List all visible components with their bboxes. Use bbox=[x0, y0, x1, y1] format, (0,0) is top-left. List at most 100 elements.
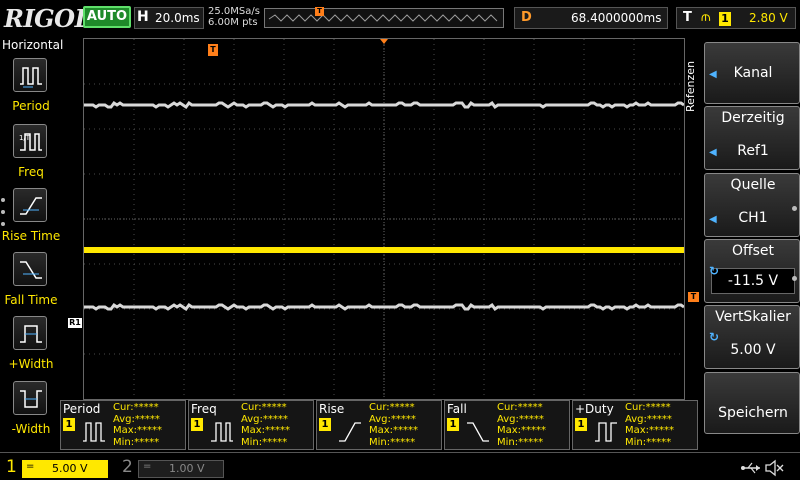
save-softkey[interactable]: Speichern bbox=[704, 372, 800, 434]
current-ref-softkey[interactable]: Derzeitig ◀ Ref1 bbox=[704, 106, 800, 170]
trigger-point-arrow bbox=[380, 39, 388, 44]
stat-minimum: Min:***** bbox=[369, 436, 416, 448]
scroll-indicator-dot bbox=[1, 210, 5, 214]
stat-average: Avg:***** bbox=[113, 413, 160, 425]
delay-indicator[interactable]: D 68.4000000ms bbox=[514, 7, 668, 29]
rotary-knob-icon: ↻ bbox=[709, 264, 720, 278]
run-state-button[interactable]: AUTO bbox=[83, 6, 131, 28]
measurement-name: Period bbox=[63, 402, 101, 416]
menu-side-label: Refenzen bbox=[684, 60, 697, 112]
channel-1-indicator[interactable]: 1 = 5.00 V bbox=[0, 457, 112, 479]
measure-positive-width-button[interactable]: +Width bbox=[0, 316, 62, 378]
measurement-rise[interactable]: Rise 1 Cur:***** Avg:***** Max:***** Min… bbox=[316, 400, 442, 450]
memory-trigger-position: T bbox=[315, 7, 324, 16]
channel-2-indicator[interactable]: 2 = 1.00 V bbox=[118, 457, 230, 479]
reference-waveform-label: R1 bbox=[68, 318, 82, 328]
source-caption: Quelle bbox=[730, 177, 776, 193]
measure-rise-time-button[interactable]: Rise Time bbox=[0, 188, 62, 250]
measurement-period[interactable]: Period 1 Cur:***** Avg:***** Max:***** M… bbox=[60, 400, 186, 450]
trigger-position-marker[interactable]: T bbox=[208, 44, 218, 56]
stat-current: Cur:***** bbox=[369, 402, 415, 413]
measurement-name: Fall bbox=[447, 402, 467, 416]
scroll-indicator-dot bbox=[792, 276, 797, 281]
scroll-indicator-dot bbox=[792, 206, 797, 211]
memory-waveform-icon bbox=[268, 14, 498, 22]
source-value: CH1 bbox=[738, 210, 768, 226]
measure-frequency-button[interactable]: 1/T Freq bbox=[0, 124, 62, 186]
offset-softkey[interactable]: Offset -11.5 V ↻ bbox=[704, 239, 800, 303]
horizontal-letter: H bbox=[137, 9, 149, 25]
stat-maximum: Max:***** bbox=[369, 425, 419, 436]
measurement-positive-duty[interactable]: +Duty 1 Cur:***** Avg:***** Max:***** Mi… bbox=[572, 400, 698, 450]
waveform-display[interactable] bbox=[83, 38, 685, 400]
measurement-name: +Duty bbox=[575, 402, 614, 416]
channel-2-box: = 1.00 V bbox=[138, 460, 224, 478]
stat-minimum: Min:***** bbox=[497, 436, 544, 448]
measurement-stats: Cur:***** Avg:***** Max:***** Min:***** bbox=[113, 402, 162, 448]
timebase-value: 20.0ms bbox=[155, 11, 200, 25]
measurement-source-chip: 1 bbox=[447, 418, 459, 431]
channel-status-bar: 1 = 5.00 V 2 = 1.00 V bbox=[0, 452, 800, 480]
stat-current: Cur:***** bbox=[625, 402, 671, 413]
scroll-indicator-dot bbox=[1, 198, 5, 202]
measure-period-button[interactable]: Period bbox=[0, 58, 62, 120]
speaker-mute-icon[interactable] bbox=[764, 459, 784, 477]
reference-menu: ◀ Kanal Derzeitig ◀ Ref1 Quelle ◀ CH1 Of… bbox=[704, 38, 800, 468]
channel-2-scale: 1.00 V bbox=[169, 462, 205, 475]
measure-fall-time-button[interactable]: Fall Time bbox=[0, 252, 62, 314]
rising-edge-icon: ⫙ bbox=[701, 9, 711, 25]
save-label: Speichern bbox=[718, 405, 788, 421]
stat-minimum: Min:***** bbox=[113, 436, 160, 448]
trigger-level: 2.80 V bbox=[749, 11, 788, 25]
measure-negative-width-label: -Width bbox=[11, 422, 51, 436]
stat-current: Cur:***** bbox=[497, 402, 543, 413]
reference-trace-high bbox=[84, 100, 684, 110]
stat-maximum: Max:***** bbox=[625, 425, 675, 436]
brand-logo: RIGOL bbox=[4, 4, 91, 33]
measure-menu: Horizontal Period 1/T Freq Rise Time Fal… bbox=[0, 38, 64, 448]
negative-width-icon bbox=[13, 381, 47, 415]
measure-menu-title: Horizontal bbox=[2, 38, 64, 52]
measurement-stats: Cur:***** Avg:***** Max:***** Min:***** bbox=[369, 402, 418, 448]
measure-frequency-label: Freq bbox=[18, 165, 44, 179]
delay-letter: D bbox=[521, 10, 532, 25]
measure-negative-width-button[interactable]: -Width bbox=[0, 381, 62, 443]
measurement-stats: Cur:***** Avg:***** Max:***** Min:***** bbox=[497, 402, 546, 448]
measurement-frequency[interactable]: Freq 1 Cur:***** Avg:***** Max:***** Min… bbox=[188, 400, 314, 450]
frequency-icon bbox=[211, 422, 233, 442]
stat-average: Avg:***** bbox=[625, 413, 672, 425]
measure-positive-width-label: +Width bbox=[8, 357, 54, 371]
stat-minimum: Min:***** bbox=[241, 436, 288, 448]
stat-average: Avg:***** bbox=[369, 413, 416, 425]
measurement-source-chip: 1 bbox=[575, 418, 587, 431]
trigger-letter: T bbox=[683, 10, 692, 25]
stat-minimum: Min:***** bbox=[625, 436, 672, 448]
timebase-indicator[interactable]: H 20.0ms bbox=[134, 7, 204, 29]
positive-width-icon bbox=[13, 316, 47, 350]
dc-coupling-icon: = bbox=[26, 461, 35, 472]
measurement-stats: Cur:***** Avg:***** Max:***** Min:***** bbox=[625, 402, 674, 448]
offset-caption: Offset bbox=[731, 243, 775, 259]
svg-text:1/T: 1/T bbox=[19, 134, 31, 142]
frequency-icon: 1/T bbox=[13, 124, 47, 158]
fall-time-icon bbox=[467, 422, 489, 442]
stat-average: Avg:***** bbox=[497, 413, 544, 425]
current-ref-value: Ref1 bbox=[737, 143, 769, 159]
scroll-indicator-dot bbox=[1, 222, 5, 226]
channel-softkey[interactable]: ◀ Kanal bbox=[704, 42, 800, 104]
stat-average: Avg:***** bbox=[241, 413, 288, 425]
trigger-level-marker[interactable]: T bbox=[688, 292, 699, 302]
measurement-source-chip: 1 bbox=[191, 418, 203, 431]
vertical-scale-caption: VertSkalier bbox=[715, 309, 791, 325]
measure-period-label: Period bbox=[12, 99, 50, 113]
fall-time-icon bbox=[13, 252, 47, 286]
sample-rate: 25.0MSa/s bbox=[208, 6, 260, 17]
trigger-indicator[interactable]: T ⫙ 1 2.80 V bbox=[676, 7, 796, 29]
source-softkey[interactable]: Quelle ◀ CH1 bbox=[704, 173, 800, 237]
period-icon bbox=[83, 422, 105, 442]
measurement-source-chip: 1 bbox=[319, 418, 331, 431]
rotary-knob-icon: ↻ bbox=[709, 330, 720, 344]
measurement-fall[interactable]: Fall 1 Cur:***** Avg:***** Max:***** Min… bbox=[444, 400, 570, 450]
rise-time-icon bbox=[13, 188, 47, 222]
vertical-scale-softkey[interactable]: VertSkalier 5.00 V ↻ bbox=[704, 305, 800, 369]
